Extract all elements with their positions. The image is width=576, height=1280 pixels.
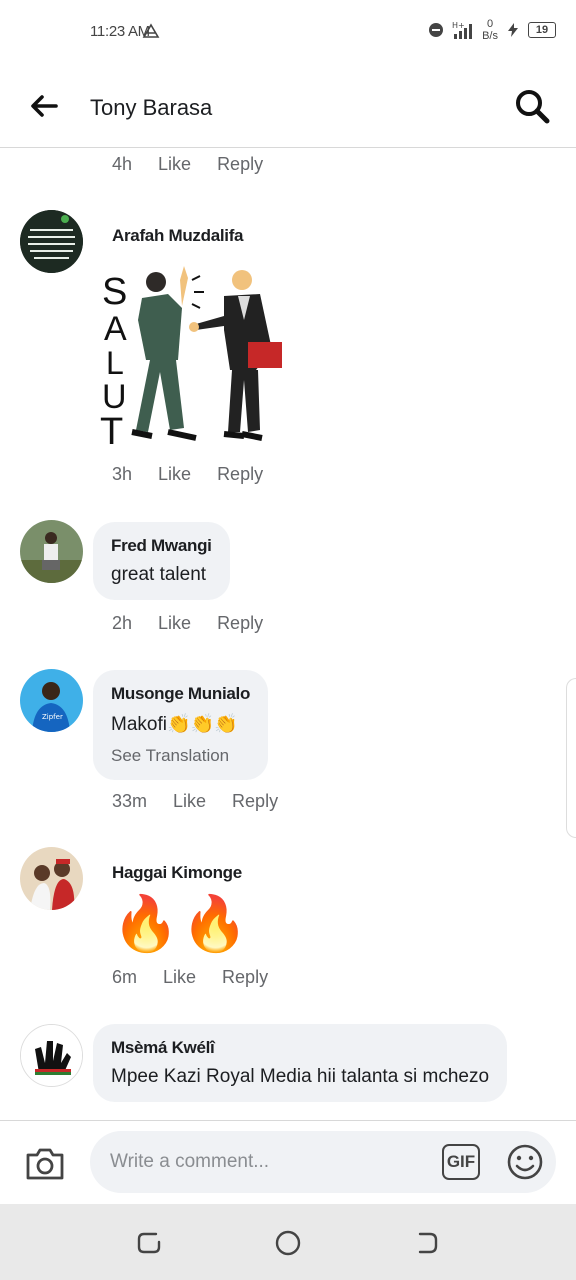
comment-author[interactable]: Haggai Kimonge <box>112 863 242 883</box>
comment-author[interactable]: Musonge Munialo <box>111 684 250 704</box>
page-title: Tony Barasa <box>90 95 213 120</box>
signal-icon: H+ <box>452 21 473 39</box>
comment-meta: 2h Like Reply <box>112 613 289 634</box>
svg-text:A: A <box>104 310 127 348</box>
reply-button[interactable]: Reply <box>232 791 278 812</box>
status-time: 11:23 AM <box>90 23 150 40</box>
camera-icon[interactable] <box>24 1143 66 1183</box>
comment-bubble: Msèmá Kwélî Mpee Kazi Royal Media hii ta… <box>93 1024 508 1102</box>
avatar[interactable] <box>20 1024 83 1087</box>
comment-composer: GIF <box>0 1120 576 1204</box>
svg-text:S: S <box>102 271 127 313</box>
emoji-icon[interactable] <box>506 1143 544 1181</box>
sticker-image: S A L U T <box>96 260 286 455</box>
comment-text: Mpee Kazi Royal Media hii talanta si mch… <box>111 1066 490 1087</box>
avatar[interactable] <box>20 847 83 910</box>
app-header: Tony Barasa <box>0 64 576 148</box>
comment-meta: 6m Like Reply <box>112 967 294 988</box>
comment-meta: 33m Like Reply <box>112 791 304 812</box>
do-not-disturb-icon <box>429 23 444 37</box>
comment-text: great talent <box>111 564 207 585</box>
like-button[interactable]: Like <box>158 154 191 175</box>
reply-button[interactable]: Reply <box>217 464 263 485</box>
comment-bubble: Musonge Munialo Makofi👏👏👏 See Translatio… <box>93 670 269 780</box>
comment-bubble: Fred Mwangi great talent <box>93 522 230 600</box>
comment-text: Makofi👏👏👏 <box>111 714 238 735</box>
arrow-left-icon[interactable] <box>26 88 62 124</box>
reply-button[interactable]: Reply <box>222 967 268 988</box>
home-icon[interactable] <box>273 1228 303 1258</box>
like-button[interactable]: Like <box>163 967 196 988</box>
comment-time: 3h <box>112 464 133 484</box>
comment-author[interactable]: Fred Mwangi <box>111 536 212 556</box>
like-button[interactable]: Like <box>158 613 191 634</box>
comment-time: 6m <box>112 967 138 987</box>
comment-author[interactable]: Msèmá Kwélî <box>111 1038 489 1058</box>
comment-author[interactable]: Arafah Muzdalifa <box>112 226 244 246</box>
comment-meta: 3h Like Reply <box>112 464 289 485</box>
recent-apps-icon[interactable] <box>134 1228 164 1258</box>
svg-text:L: L <box>106 345 124 381</box>
charging-icon <box>508 23 518 37</box>
battery-indicator: 19 <box>528 22 556 38</box>
status-icons: H+ 0 B/s 19 <box>428 18 556 42</box>
comment-time: 33m <box>112 791 148 811</box>
comment-input[interactable] <box>110 1131 430 1193</box>
like-button[interactable]: Like <box>158 464 191 485</box>
comment-time: 2h <box>112 613 133 633</box>
avatar[interactable] <box>20 210 83 273</box>
avatar[interactable]: Zipfer <box>20 669 83 732</box>
net-speed: 0 B/s <box>482 18 498 42</box>
reply-button[interactable]: Reply <box>217 154 263 175</box>
comments-feed[interactable]: 4h Like Reply Arafah Muzdalifa S A L U T <box>0 148 576 1120</box>
comment-meta: 4h Like Reply <box>112 154 289 175</box>
alert-triangle-icon <box>142 23 160 38</box>
search-icon[interactable] <box>512 86 552 126</box>
like-button[interactable]: Like <box>173 791 206 812</box>
comment-box: GIF <box>90 1131 556 1193</box>
comment-emoji-content: 🔥🔥 <box>112 894 251 954</box>
back-nav-icon[interactable] <box>412 1228 442 1258</box>
svg-text:Zipfer: Zipfer <box>42 713 63 721</box>
comment-time: 4h <box>112 154 133 174</box>
system-nav-bar <box>0 1204 576 1280</box>
avatar[interactable] <box>20 520 83 583</box>
svg-text:H+: H+ <box>452 21 465 30</box>
gif-button[interactable]: GIF <box>442 1144 480 1180</box>
status-bar: 11:23 AM H+ 0 B/s 19 <box>0 0 576 64</box>
scroll-indicator[interactable] <box>566 678 576 838</box>
see-translation-link[interactable]: See Translation <box>111 746 250 766</box>
reply-button[interactable]: Reply <box>217 613 263 634</box>
svg-text:T: T <box>100 411 123 453</box>
